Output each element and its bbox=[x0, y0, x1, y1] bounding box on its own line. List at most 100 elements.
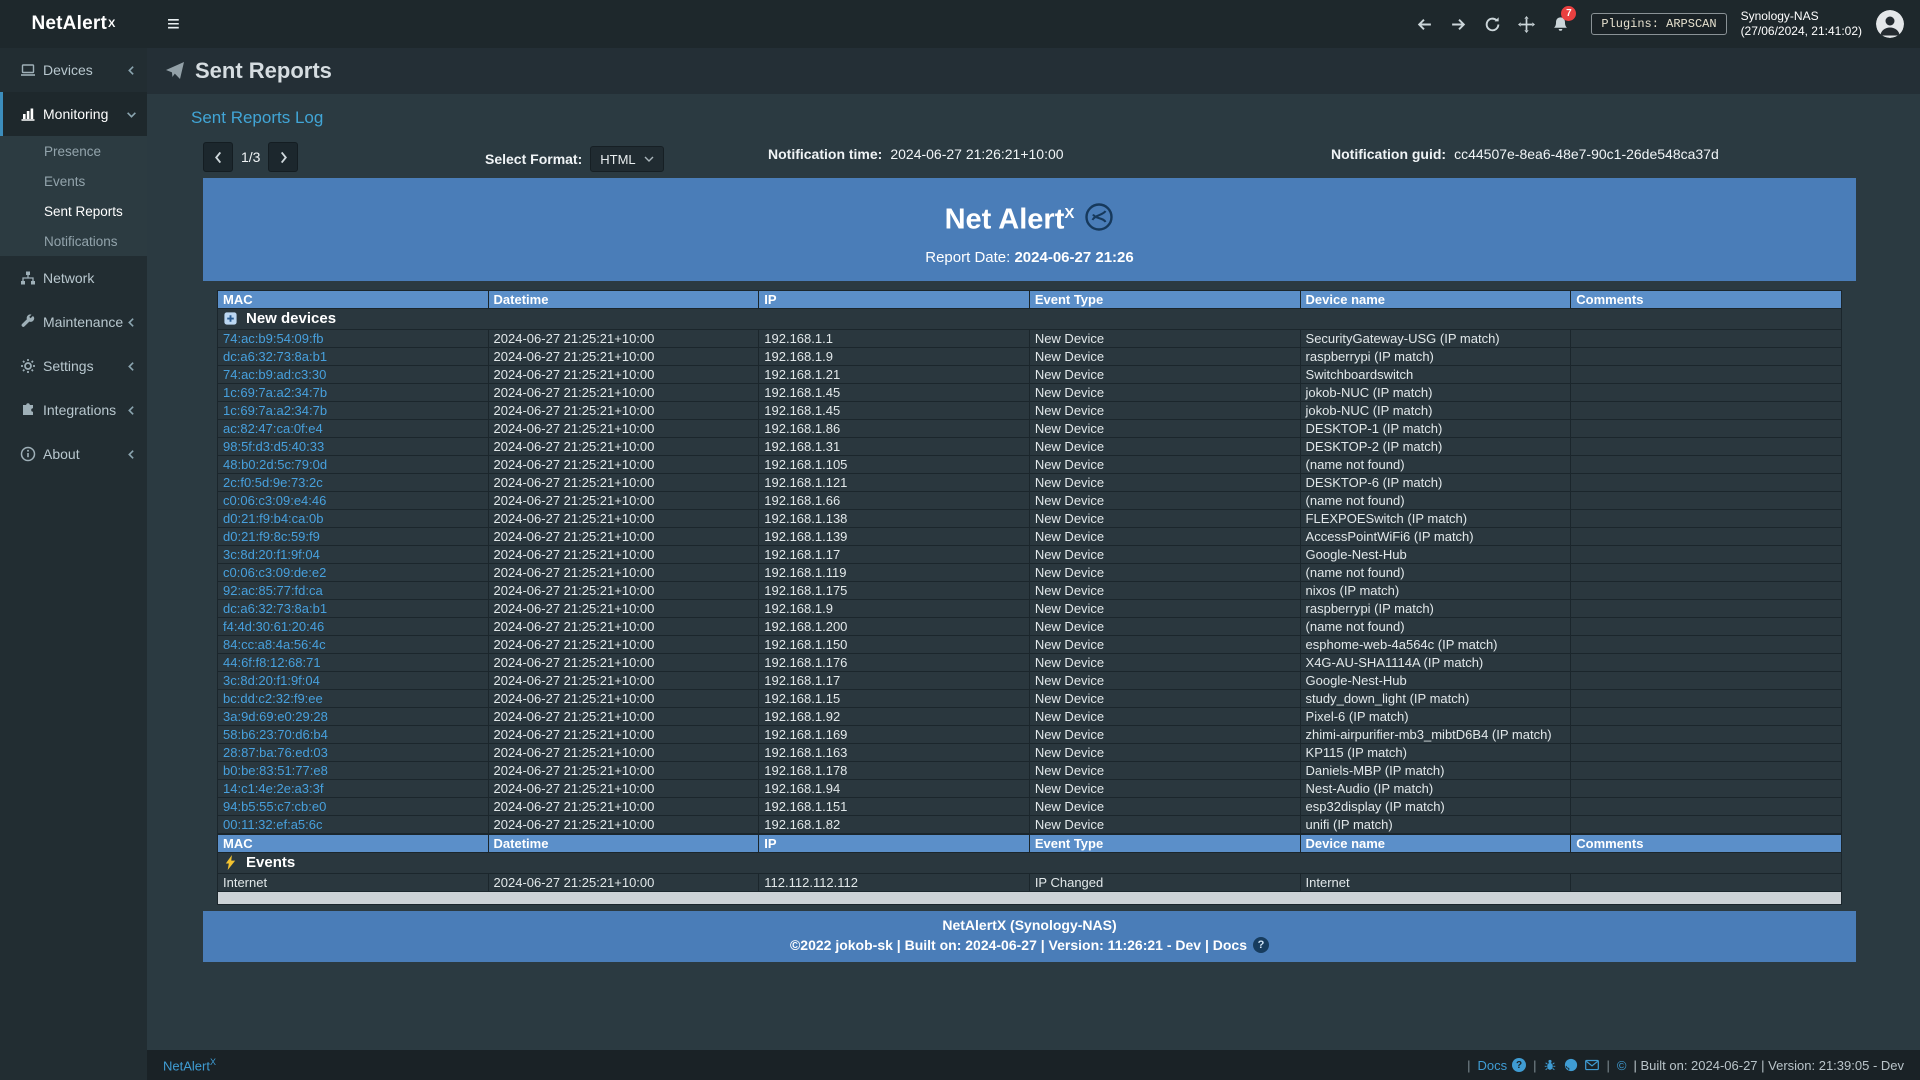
cell-datetime: 2024-06-27 21:25:21+10:00 bbox=[488, 527, 759, 545]
cell-event: New Device bbox=[1029, 581, 1300, 599]
table-row: 2c:f0:5d:9e:73:2c2024-06-27 21:25:21+10:… bbox=[218, 473, 1842, 491]
cell-mac[interactable]: d0:21:f9:b4:ca:0b bbox=[218, 509, 489, 527]
report-title: Net AlertX bbox=[203, 197, 1856, 237]
cell-mac[interactable]: c0:06:c3:09:de:e2 bbox=[218, 563, 489, 581]
cell-mac[interactable]: ac:82:47:ca:0f:e4 bbox=[218, 419, 489, 437]
footer-brand[interactable]: NetAlertX bbox=[163, 1057, 216, 1073]
cell-event: New Device bbox=[1029, 545, 1300, 563]
refresh-button[interactable] bbox=[1475, 0, 1509, 48]
sidebar-item-events[interactable]: Events bbox=[0, 166, 147, 196]
sidebar-item-settings[interactable]: Settings bbox=[0, 344, 147, 388]
cell-ip: 192.168.1.105 bbox=[759, 455, 1030, 473]
content-wrapper: Sent Reports Sent Reports Log 1/3 Select… bbox=[147, 48, 1920, 1080]
next-page-button[interactable] bbox=[268, 142, 298, 172]
cell-event: New Device bbox=[1029, 491, 1300, 509]
cell-comments bbox=[1571, 437, 1842, 455]
user-avatar[interactable] bbox=[1876, 10, 1904, 38]
sidebar-item-sent-reports[interactable]: Sent Reports bbox=[0, 196, 147, 226]
cell-mac[interactable]: 58:b6:23:70:d6:b4 bbox=[218, 725, 489, 743]
docs-link[interactable]: Docs ? bbox=[1477, 1058, 1526, 1073]
sidebar-item-integrations[interactable]: Integrations bbox=[0, 388, 147, 432]
sidebar-item-presence[interactable]: Presence bbox=[0, 136, 147, 166]
sidebar-item-network[interactable]: Network bbox=[0, 256, 147, 300]
table-row: d0:21:f9:8c:59:f92024-06-27 21:25:21+10:… bbox=[218, 527, 1842, 545]
notification-guid-value: cc44507e-8ea6-48e7-90c1-26de548ca37d bbox=[1454, 146, 1719, 162]
back-button[interactable] bbox=[1407, 0, 1441, 48]
cell-ip: 192.168.1.138 bbox=[759, 509, 1030, 527]
cell-mac[interactable]: 44:6f:f8:12:68:71 bbox=[218, 653, 489, 671]
move-button[interactable] bbox=[1509, 0, 1543, 48]
plugins-badge[interactable]: Plugins: ARPSCAN bbox=[1591, 13, 1726, 35]
cell-mac[interactable]: dc:a6:32:73:8a:b1 bbox=[218, 599, 489, 617]
email-icon[interactable] bbox=[1585, 1058, 1599, 1072]
cell-datetime: 2024-06-27 21:25:21+10:00 bbox=[488, 725, 759, 743]
sidebar-item-monitoring[interactable]: Monitoring bbox=[0, 92, 147, 136]
cell-mac[interactable]: 28:87:ba:76:ed:03 bbox=[218, 743, 489, 761]
gear-icon bbox=[20, 358, 36, 374]
cell-mac[interactable]: bc:dd:c2:32:f9:ee bbox=[218, 689, 489, 707]
cell-mac[interactable]: dc:a6:32:73:8a:b1 bbox=[218, 347, 489, 365]
cell-mac[interactable]: 98:5f:d3:d5:40:33 bbox=[218, 437, 489, 455]
cell-mac[interactable]: 74:ac:b9:ad:c3:30 bbox=[218, 365, 489, 383]
format-select[interactable]: HTML bbox=[590, 146, 663, 172]
docs-label: Docs bbox=[1477, 1058, 1507, 1073]
report-date-value: 2024-06-27 21:26 bbox=[1014, 249, 1133, 266]
cell-event: New Device bbox=[1029, 473, 1300, 491]
paper-plane-icon bbox=[165, 61, 185, 81]
monitoring-submenu: Presence Events Sent Reports Notificatio… bbox=[0, 136, 147, 256]
cell-mac[interactable]: d0:21:f9:8c:59:f9 bbox=[218, 527, 489, 545]
cell-mac[interactable]: 3c:8d:20:f1:9f:04 bbox=[218, 545, 489, 563]
table-row: 58:b6:23:70:d6:b42024-06-27 21:25:21+10:… bbox=[218, 725, 1842, 743]
puzzle-icon bbox=[20, 402, 36, 418]
cell-event: New Device bbox=[1029, 761, 1300, 779]
cell-event: New Device bbox=[1029, 689, 1300, 707]
cell-name: DESKTOP-1 (IP match) bbox=[1300, 419, 1571, 437]
cell-comments bbox=[1571, 689, 1842, 707]
cell-name: study_down_light (IP match) bbox=[1300, 689, 1571, 707]
cell-comments bbox=[1571, 815, 1842, 833]
sidebar-item-devices[interactable]: Devices bbox=[0, 48, 147, 92]
cell-mac[interactable]: c0:06:c3:09:e4:46 bbox=[218, 491, 489, 509]
bug-icon[interactable] bbox=[1543, 1058, 1557, 1072]
cell-event: New Device bbox=[1029, 329, 1300, 347]
copyright-icon[interactable]: © bbox=[1617, 1058, 1627, 1073]
cell-mac[interactable]: 92:ac:85:77:fd:ca bbox=[218, 581, 489, 599]
cell-comments bbox=[1571, 563, 1842, 581]
cell-mac[interactable]: f4:4d:30:61:20:46 bbox=[218, 617, 489, 635]
github-icon[interactable] bbox=[1564, 1058, 1578, 1072]
arrow-right-icon bbox=[1450, 16, 1467, 33]
cell-comments bbox=[1571, 761, 1842, 779]
prev-page-button[interactable] bbox=[203, 142, 233, 172]
report-preview: Net AlertX Report Date: 2024-06-27 21:26 bbox=[203, 178, 1856, 962]
cell-mac: Internet bbox=[218, 873, 489, 891]
app-logo[interactable]: NetAlertX bbox=[0, 0, 147, 48]
footer-right: | Docs ? | | © | Built on: 2024-06-27 | … bbox=[1467, 1058, 1904, 1073]
brand-sup: X bbox=[108, 18, 116, 30]
sidebar-item-maintenance[interactable]: Maintenance bbox=[0, 300, 147, 344]
cell-mac[interactable]: 94:b5:55:c7:cb:e0 bbox=[218, 797, 489, 815]
cell-mac[interactable]: 2c:f0:5d:9e:73:2c bbox=[218, 473, 489, 491]
forward-button[interactable] bbox=[1441, 0, 1475, 48]
cell-mac[interactable]: 14:c1:4e:2e:a3:3f bbox=[218, 779, 489, 797]
cell-ip: 192.168.1.175 bbox=[759, 581, 1030, 599]
cell-mac[interactable]: 3a:9d:69:e0:29:28 bbox=[218, 707, 489, 725]
arrow-left-icon bbox=[1416, 16, 1433, 33]
cell-mac[interactable]: 1c:69:7a:a2:34:7b bbox=[218, 401, 489, 419]
sidebar-toggle-icon[interactable]: ≡ bbox=[167, 13, 180, 35]
sidebar-item-about[interactable]: About bbox=[0, 432, 147, 476]
cell-name: (name not found) bbox=[1300, 617, 1571, 635]
cell-mac[interactable]: 74:ac:b9:54:09:fb bbox=[218, 329, 489, 347]
cell-mac[interactable]: 48:b0:2d:5c:79:0d bbox=[218, 455, 489, 473]
cell-mac[interactable]: 1c:69:7a:a2:34:7b bbox=[218, 383, 489, 401]
notifications-bell[interactable]: 7 bbox=[1543, 0, 1577, 48]
cell-mac[interactable]: 84:cc:a8:4a:56:4c bbox=[218, 635, 489, 653]
cell-comments bbox=[1571, 401, 1842, 419]
sidebar-item-notifications[interactable]: Notifications bbox=[0, 226, 147, 256]
cell-mac[interactable]: 3c:8d:20:f1:9f:04 bbox=[218, 671, 489, 689]
cell-mac[interactable]: 00:11:32:ef:a5:6c bbox=[218, 815, 489, 833]
cell-mac[interactable]: b0:be:83:51:77:e8 bbox=[218, 761, 489, 779]
page-header: Sent Reports bbox=[147, 48, 1920, 94]
cell-name: nixos (IP match) bbox=[1300, 581, 1571, 599]
docs-question-icon[interactable]: ? bbox=[1253, 937, 1269, 953]
col-header-mac: MAC bbox=[218, 834, 489, 852]
